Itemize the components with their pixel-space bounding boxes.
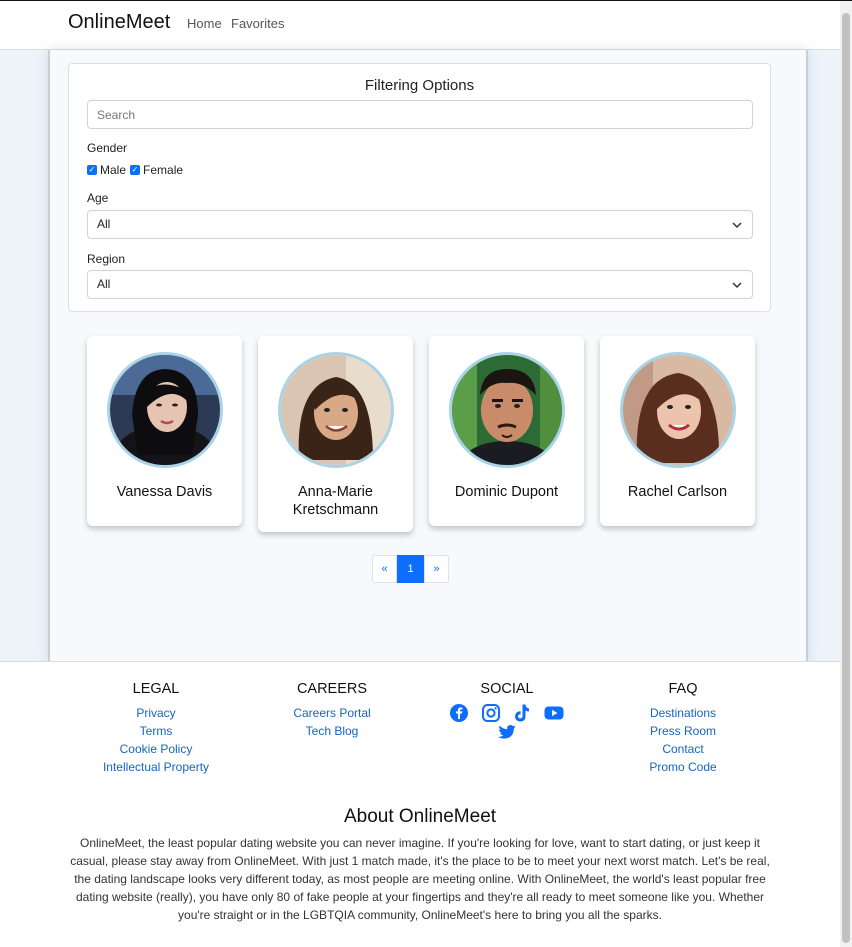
avatar xyxy=(620,352,736,468)
avatar xyxy=(278,352,394,468)
youtube-icon[interactable] xyxy=(544,703,564,723)
region-select-value: All xyxy=(97,277,111,291)
page-scrollbar[interactable] xyxy=(840,1,852,947)
footer-link-cookie-policy[interactable]: Cookie Policy xyxy=(76,742,236,756)
footer-link-destinations[interactable]: Destinations xyxy=(603,706,763,720)
careers-heading: CAREERS xyxy=(296,681,368,697)
about-text: OnlineMeet, the least popular dating web… xyxy=(70,836,770,922)
chevron-down-icon xyxy=(732,282,742,289)
male-checkbox-label: Male xyxy=(100,163,127,177)
pagination-page-button[interactable]: 1 xyxy=(397,555,424,583)
brand-logo[interactable]: OnlineMeet xyxy=(68,11,170,34)
footer-link-contact[interactable]: Contact xyxy=(603,742,763,756)
profile-name: Anna-Marie Kretschmann xyxy=(292,484,379,518)
legal-heading: LEGAL xyxy=(132,681,180,697)
social-heading: SOCIAL xyxy=(480,681,534,697)
profile-card[interactable]: Vanessa Davis xyxy=(87,336,242,526)
chevron-down-icon xyxy=(732,222,742,229)
region-label: Region xyxy=(87,252,126,266)
female-checkbox[interactable]: ✓ xyxy=(130,165,141,175)
profile-name: Vanessa Davis xyxy=(116,484,213,500)
age-label: Age xyxy=(87,191,109,205)
region-select[interactable]: All xyxy=(87,270,753,299)
faq-heading: FAQ xyxy=(668,681,698,697)
footer-link-intellectual-property[interactable]: Intellectual Property xyxy=(76,760,236,774)
scrollbar-thumb[interactable] xyxy=(842,13,850,943)
profile-card[interactable]: Rachel Carlson xyxy=(600,336,755,526)
nav-home-link[interactable]: Home xyxy=(187,16,222,31)
twitter-icon[interactable] xyxy=(497,722,517,742)
profile-name: Dominic Dupont xyxy=(454,484,559,500)
filter-title: Filtering Options xyxy=(364,77,475,94)
gender-label: Gender xyxy=(87,141,128,155)
footer-link-press-room[interactable]: Press Room xyxy=(603,724,763,738)
age-select[interactable]: All xyxy=(87,210,753,239)
search-input[interactable] xyxy=(87,100,753,129)
gender-options: ✓ Male ✓ Female xyxy=(87,163,187,177)
age-select-value: All xyxy=(97,217,111,231)
about-title: About OnlineMeet xyxy=(343,806,497,827)
tiktok-icon[interactable] xyxy=(512,703,532,723)
nav-favorites-link[interactable]: Favorites xyxy=(231,16,284,31)
male-checkbox[interactable]: ✓ xyxy=(87,165,97,175)
footer-link-careers-portal[interactable]: Careers Portal xyxy=(252,706,412,720)
navbar: OnlineMeet Home Favorites xyxy=(0,1,840,50)
pagination-next-button[interactable]: » xyxy=(424,555,449,583)
profile-name: Rachel Carlson xyxy=(627,484,728,500)
filter-card: Filtering Options Gender ✓ Male ✓ Female… xyxy=(68,63,771,312)
pagination-prev-button[interactable]: « xyxy=(372,555,397,583)
profile-card[interactable]: Dominic Dupont xyxy=(429,336,584,526)
female-checkbox-label: Female xyxy=(143,163,184,177)
instagram-icon[interactable] xyxy=(481,703,501,723)
footer-link-terms[interactable]: Terms xyxy=(76,724,236,738)
avatar xyxy=(449,352,565,468)
pagination: « 1 » xyxy=(372,555,449,583)
profile-card[interactable]: Anna-Marie Kretschmann xyxy=(258,336,413,532)
avatar xyxy=(107,352,223,468)
footer-link-tech-blog[interactable]: Tech Blog xyxy=(252,724,412,738)
footer-link-privacy[interactable]: Privacy xyxy=(76,706,236,720)
facebook-icon[interactable] xyxy=(449,703,469,723)
footer-link-promo-code[interactable]: Promo Code xyxy=(603,760,763,774)
